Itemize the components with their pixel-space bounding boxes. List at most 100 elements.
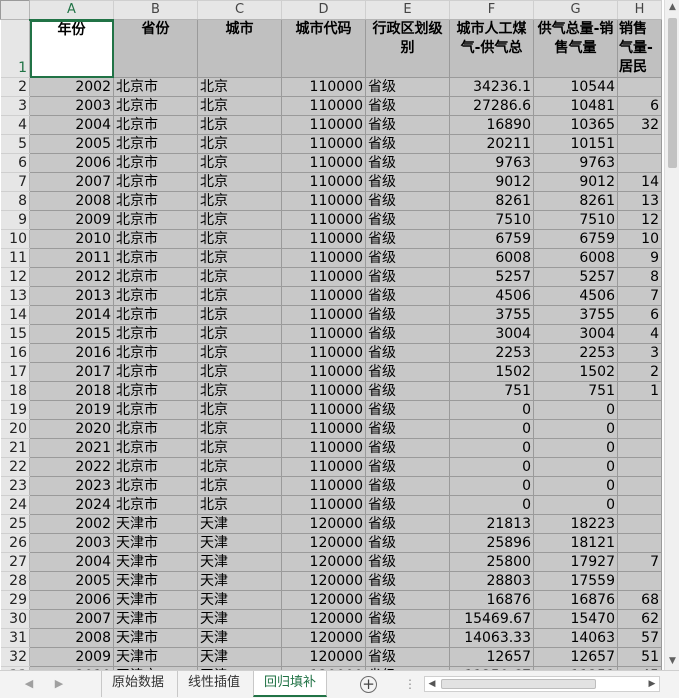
cell-city-code[interactable]: 110000 — [281, 305, 366, 325]
cell-city[interactable]: 北京 — [197, 210, 282, 230]
cell-residential-sales[interactable] — [617, 419, 662, 439]
cell-artificial-gas-supply[interactable]: 21813 — [449, 514, 534, 534]
cell-province[interactable]: 北京市 — [113, 115, 198, 135]
cell-gas-sales-volume[interactable]: 17927 — [533, 552, 618, 572]
next-sheet-arrow-icon[interactable]: ▶ — [52, 677, 66, 691]
cell-year[interactable]: 2017 — [29, 362, 114, 382]
cell-province[interactable]: 天津市 — [113, 647, 198, 667]
cell-artificial-gas-supply[interactable]: 25896 — [449, 533, 534, 553]
cell-artificial-gas-supply[interactable]: 34236.1 — [449, 77, 534, 97]
cell-residential-sales[interactable]: 68 — [617, 590, 662, 610]
cell-city[interactable]: 北京 — [197, 229, 282, 249]
cell-artificial-gas-supply[interactable]: 25800 — [449, 552, 534, 572]
cell-city-code[interactable]: 110000 — [281, 419, 366, 439]
column-header-d[interactable]: D — [281, 0, 366, 20]
cell-residential-sales[interactable]: 7 — [617, 552, 662, 572]
cell-admin-level[interactable]: 省级 — [365, 229, 450, 249]
row-header[interactable]: 6 — [0, 153, 30, 173]
cell-year[interactable]: 2005 — [29, 571, 114, 591]
cell-province[interactable]: 北京市 — [113, 438, 198, 458]
cell-residential-sales[interactable]: 32 — [617, 115, 662, 135]
cell-city-code[interactable]: 120000 — [281, 590, 366, 610]
cell-city[interactable]: 北京 — [197, 172, 282, 192]
cell-gas-sales-volume[interactable]: 15470 — [533, 609, 618, 629]
cell-admin-level[interactable]: 省级 — [365, 96, 450, 116]
cell-residential-sales[interactable]: 10 — [617, 229, 662, 249]
cell-gas-sales-volume[interactable]: 4506 — [533, 286, 618, 306]
cell-gas-sales-volume[interactable]: 0 — [533, 457, 618, 477]
cell-year[interactable]: 2006 — [29, 590, 114, 610]
cell-admin-level[interactable]: 省级 — [365, 533, 450, 553]
cell-gas-sales-volume[interactable]: 5257 — [533, 267, 618, 287]
cell-city-code[interactable]: 110000 — [281, 134, 366, 154]
cell-city[interactable]: 北京 — [197, 96, 282, 116]
cell-city[interactable]: 天津 — [197, 590, 282, 610]
cell-artificial-gas-supply[interactable]: 12657 — [449, 647, 534, 667]
cell-city-code[interactable]: 110000 — [281, 438, 366, 458]
column-header-c[interactable]: C — [197, 0, 282, 20]
header-cell-province[interactable]: 省份 — [113, 19, 198, 78]
cell-admin-level[interactable]: 省级 — [365, 381, 450, 401]
cell-residential-sales[interactable]: 51 — [617, 647, 662, 667]
cell-city-code[interactable]: 110000 — [281, 248, 366, 268]
cell-artificial-gas-supply[interactable]: 2253 — [449, 343, 534, 363]
cell-gas-sales-volume[interactable]: 9012 — [533, 172, 618, 192]
cell-province[interactable]: 北京市 — [113, 400, 198, 420]
row-header-1[interactable]: 1 — [0, 19, 30, 78]
add-sheet-plus-icon[interactable]: + — [360, 676, 377, 693]
cell-artificial-gas-supply[interactable]: 0 — [449, 476, 534, 496]
row-header[interactable]: 5 — [0, 134, 30, 154]
cell-city[interactable]: 天津 — [197, 514, 282, 534]
cell-city-code[interactable]: 110000 — [281, 191, 366, 211]
cell-year[interactable]: 2006 — [29, 153, 114, 173]
cell-gas-sales-volume[interactable]: 10481 — [533, 96, 618, 116]
cell-admin-level[interactable]: 省级 — [365, 248, 450, 268]
cell-residential-sales[interactable] — [617, 571, 662, 591]
cell-artificial-gas-supply[interactable]: 28803 — [449, 571, 534, 591]
cell-gas-sales-volume[interactable]: 3004 — [533, 324, 618, 344]
cell-city[interactable]: 北京 — [197, 191, 282, 211]
row-header[interactable]: 32 — [0, 647, 30, 667]
header-cell-city-code[interactable]: 城市代码 — [281, 19, 366, 78]
cell-artificial-gas-supply[interactable]: 0 — [449, 495, 534, 515]
cell-admin-level[interactable]: 省级 — [365, 77, 450, 97]
cell-year[interactable]: 2011 — [29, 248, 114, 268]
cell-residential-sales[interactable]: 1 — [617, 381, 662, 401]
cell-city[interactable]: 天津 — [197, 571, 282, 591]
row-header[interactable]: 25 — [0, 514, 30, 534]
cell-year[interactable]: 2002 — [29, 77, 114, 97]
cell-city-code[interactable]: 110000 — [281, 381, 366, 401]
cell-artificial-gas-supply[interactable]: 5257 — [449, 267, 534, 287]
cell-year[interactable]: 2004 — [29, 552, 114, 572]
cell-residential-sales[interactable] — [617, 153, 662, 173]
cell-residential-sales[interactable]: 4 — [617, 324, 662, 344]
cell-province[interactable]: 北京市 — [113, 419, 198, 439]
cell-province[interactable]: 北京市 — [113, 191, 198, 211]
cell-residential-sales[interactable]: 8 — [617, 267, 662, 287]
cell-province[interactable]: 北京市 — [113, 229, 198, 249]
cell-artificial-gas-supply[interactable]: 0 — [449, 400, 534, 420]
cell-city[interactable]: 天津 — [197, 647, 282, 667]
header-cell-residential-sales[interactable]: 销售气量-居民 — [617, 19, 662, 78]
cell-city[interactable]: 北京 — [197, 153, 282, 173]
cell-city-code[interactable]: 110000 — [281, 96, 366, 116]
cell-city[interactable]: 北京 — [197, 115, 282, 135]
cell-artificial-gas-supply[interactable]: 9012 — [449, 172, 534, 192]
cell-admin-level[interactable]: 省级 — [365, 609, 450, 629]
cell-admin-level[interactable]: 省级 — [365, 115, 450, 135]
cell-year[interactable]: 2003 — [29, 533, 114, 553]
row-header[interactable]: 2 — [0, 77, 30, 97]
cell-admin-level[interactable]: 省级 — [365, 571, 450, 591]
cell-province[interactable]: 北京市 — [113, 495, 198, 515]
cell-province[interactable]: 北京市 — [113, 172, 198, 192]
cell-artificial-gas-supply[interactable]: 8261 — [449, 191, 534, 211]
column-header-e[interactable]: E — [365, 0, 450, 20]
cell-city-code[interactable]: 110000 — [281, 172, 366, 192]
cell-city[interactable]: 北京 — [197, 77, 282, 97]
header-cell-year[interactable]: 年份 — [29, 19, 114, 78]
cell-residential-sales[interactable]: 14 — [617, 172, 662, 192]
cell-residential-sales[interactable]: 3 — [617, 343, 662, 363]
cell-city-code[interactable]: 110000 — [281, 153, 366, 173]
cell-artificial-gas-supply[interactable]: 0 — [449, 419, 534, 439]
cell-province[interactable]: 北京市 — [113, 248, 198, 268]
